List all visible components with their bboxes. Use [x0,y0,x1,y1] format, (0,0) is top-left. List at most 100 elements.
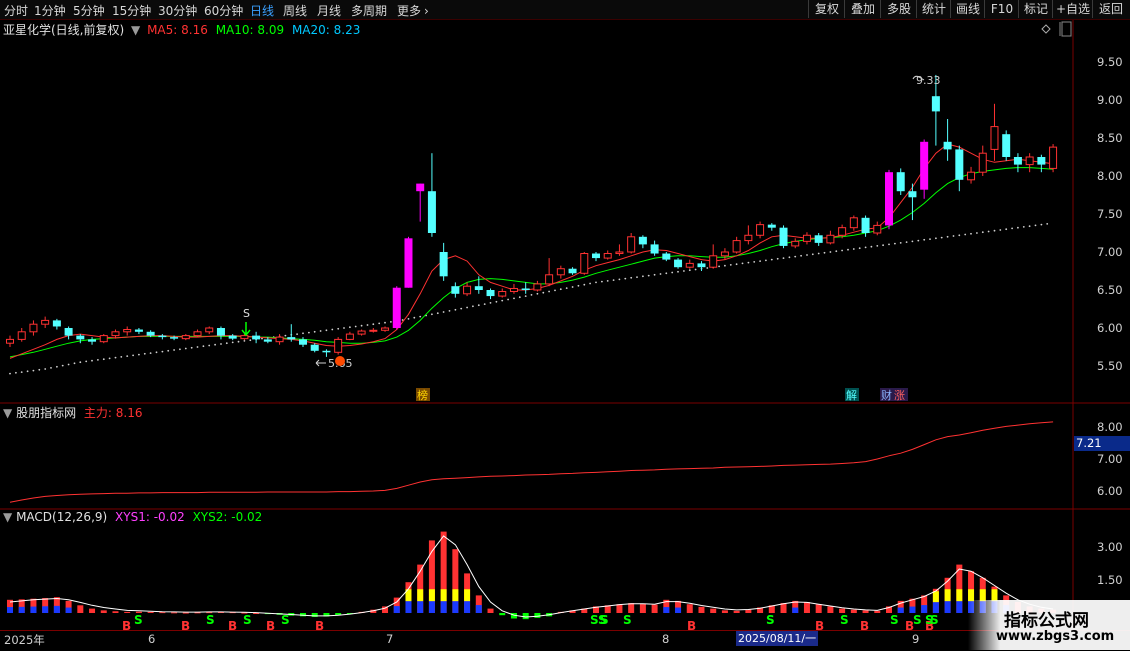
ma20-dot [384,321,386,324]
sell-signal: S [890,613,899,627]
ma20-dot [776,257,779,260]
watermark: 指标公式网 www.zbgs3.com [968,600,1130,650]
marker-finance[interactable]: 财 [881,388,892,402]
ma20-dot [958,234,961,237]
candle-body [310,344,319,351]
ma20-dot [970,232,972,235]
candle-body [592,253,600,259]
candle-body [697,263,706,268]
candle-body [216,328,225,336]
ma20-dot [225,342,228,345]
ma20-dot [26,370,29,373]
ma20-dot [237,340,240,343]
ma20-dot [132,354,135,357]
ma20-dot [823,251,826,254]
ma10-line [9,167,1054,358]
macd-bar-yellow [452,589,459,602]
ma20-dot [647,274,650,277]
ma20-dot [929,238,931,241]
ma20-dot [501,299,504,302]
ma20-dot [987,230,990,233]
low-pointer [315,359,326,367]
ma20-dot [894,242,896,245]
dropdown-circle-icon[interactable]: ▼ [3,406,12,420]
ma20-dot [518,296,521,299]
candle-body [1037,157,1046,165]
ma20-dot [354,325,357,328]
candle-body [88,339,97,342]
ma20-dot [343,327,345,329]
ma20-dot [161,350,164,353]
ma20-dot [108,357,111,360]
price-axis: 9.50 9.00 8.50 8.00 7.50 7.00 6.50 6.00 … [1073,0,1130,650]
macd-bar [803,602,810,613]
ma20-dot [548,290,550,293]
indicator-name[interactable]: 股朋指标网 [16,406,76,420]
marker-rise[interactable]: 涨 [894,389,905,402]
candle-body [744,234,753,242]
ma20-dot [284,334,287,337]
ma20-dot [495,300,498,303]
xys2-value: XYS2: -0.02 [192,510,263,524]
ma20-value: MA20: 8.23 [291,23,361,37]
candle-body [29,323,38,333]
panel-maximize-icon[interactable] [1061,21,1072,37]
ma20-dot [577,284,580,287]
price-tick: 9.00 [1097,93,1123,107]
ma20-dot [554,289,556,292]
dropdown-circle-icon[interactable]: ▼ [3,510,12,524]
marker-bang[interactable]: 榜 [417,388,428,402]
sell-signal: S [243,613,252,627]
macd-bar-yellow [428,589,435,602]
ma20-dot [454,308,457,311]
ma20-dot [852,248,855,250]
macd-bar-blue [475,605,482,613]
ma20-dot [448,310,451,312]
ma20-dot [390,321,392,323]
macd-bar-blue [921,605,928,613]
ma20-dot [155,351,158,354]
ma20-dot [56,365,58,368]
macd-bar-yellow [440,589,447,602]
macd-bar-yellow [956,589,963,602]
ma20-dot [583,283,586,286]
candle-body [967,171,976,181]
candle-body [615,251,624,255]
ma20-dot [665,272,668,275]
ma20-dot [120,356,123,358]
candle-body [416,183,425,192]
ma20-dot [888,243,890,246]
ma20-dot [44,368,47,370]
macd-bar-blue [65,607,72,613]
price-tick: 7.50 [1097,207,1123,221]
dropdown-circle-icon[interactable]: ▼ [131,23,140,37]
diamond-icon[interactable] [1041,24,1051,34]
candle-body [76,335,85,340]
main-panel-title: 亚星化学(日线,前复权) ▼ MA5: 8.16 MA10: 8.09 MA20… [3,21,360,38]
candle-body [732,240,741,253]
ma20-dot [460,307,463,310]
macd-name[interactable]: MACD(12,26,9) [16,510,107,524]
ma20-dot [208,344,211,347]
marker-unlock[interactable]: 解 [846,388,857,402]
candle-body [814,235,823,243]
candle-body [568,268,577,274]
ma20-dot [765,259,767,262]
macd-bar [147,611,154,613]
candle-body [896,172,905,192]
ma20-dot [407,318,410,320]
candle-body [720,251,729,257]
ma20-dot [360,324,363,327]
macd-bar [815,604,822,613]
macd-bar [874,610,881,613]
time-label-sep: 9 [912,632,920,646]
candle-body [439,252,448,277]
candle-body [1002,134,1011,157]
kline-chart[interactable]: 9.33 5.65 S 榜 解 财 涨 BSBSBSBSBSSSBSBSBSBS… [0,0,1130,650]
candle-body [873,224,882,234]
ma20-dot [770,258,773,261]
candle-body [158,335,167,338]
candles [6,74,1058,357]
price-tick: 8.00 [1097,169,1123,183]
ma20-dot [184,347,187,350]
